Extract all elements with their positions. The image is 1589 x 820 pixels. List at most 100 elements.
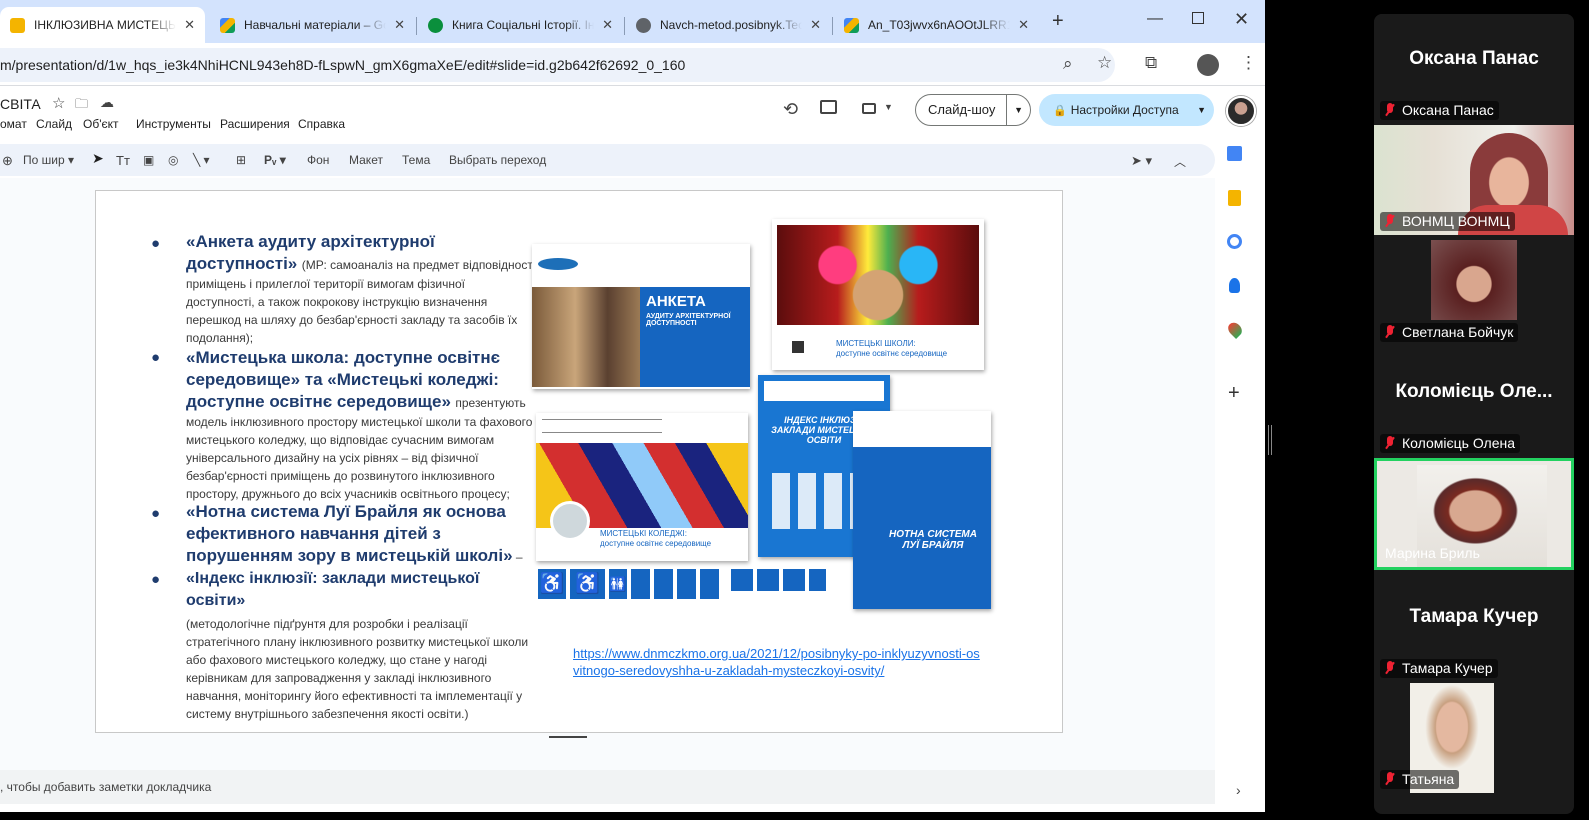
- participant-tile[interactable]: Тамара Кучер Тамара Кучер: [1374, 572, 1574, 682]
- star-icon[interactable]: ☆: [52, 94, 65, 112]
- close-icon[interactable]: ✕: [602, 17, 613, 33]
- cover-architecture-audit[interactable]: АНКЕТА АУДИТУ АРХІТЕКТУРНОЇ ДОСТУПНОСТІ: [532, 244, 750, 389]
- comment-add-icon[interactable]: ⊞: [236, 153, 246, 167]
- participant-label: Тамара Кучер: [1380, 659, 1498, 678]
- share-button[interactable]: 🔒 Настройки Доступа ▼: [1039, 94, 1214, 126]
- menu-extensions[interactable]: Расширения: [220, 117, 290, 131]
- speaker-notes[interactable]: , чтобы добавить заметки докладчика: [0, 770, 1215, 804]
- menu-format[interactable]: омат: [0, 117, 27, 131]
- cover-art-colleges[interactable]: МИСТЕЦЬКІ КОЛЕДЖІ: доступне освітнє сере…: [536, 413, 748, 561]
- chevron-down-icon[interactable]: ▼: [1197, 94, 1206, 126]
- editor-toolbar: ⊕ По шир ▾ ➤ Tт ▣ ◎ ╲ ▾ ⊞ Pᵥ ▾ Фон Макет…: [0, 144, 1215, 176]
- cover-art-schools[interactable]: МИСТЕЦЬКІ ШКОЛИ: доступне освітнє середо…: [772, 219, 984, 370]
- close-icon[interactable]: ✕: [810, 17, 821, 33]
- line-icon[interactable]: ╲ ▾: [193, 153, 210, 167]
- account-avatar[interactable]: [1226, 96, 1256, 126]
- extensions-icon[interactable]: ⧉: [1145, 53, 1157, 73]
- profile-avatar[interactable]: [1197, 54, 1219, 76]
- pointer-mode-icon[interactable]: ➤ ▾: [1131, 153, 1152, 169]
- participant-label-text: Коломієць Олена: [1402, 435, 1516, 451]
- chevron-down-icon[interactable]: ▼: [1006, 95, 1023, 125]
- tab-navch[interactable]: Navch-metod.posibnyk.Tec ✕: [626, 7, 831, 43]
- accessibility-pictograms: ♿ ♿ 🚻: [538, 569, 827, 603]
- tab-separator: [832, 17, 833, 35]
- slide[interactable]: ● «Анкета аудиту архітектурної доступнос…: [95, 190, 1063, 733]
- bullet: ●: [151, 505, 161, 522]
- meet-dropdown-icon[interactable]: ▼: [884, 102, 893, 112]
- textbox-icon[interactable]: Tт: [116, 153, 130, 168]
- history-icon[interactable]: ⟲: [783, 99, 798, 120]
- restore-button[interactable]: [1192, 12, 1204, 24]
- pen-tool-icon[interactable]: Pᵥ ▾: [264, 153, 286, 167]
- theme-button[interactable]: Тема: [402, 153, 430, 167]
- bullet-item-4[interactable]: «Індекс інклюзії: заклади мистецької осв…: [186, 568, 538, 723]
- move-folder-icon[interactable]: 🗀: [75, 95, 88, 117]
- shape-icon[interactable]: ◎: [168, 153, 178, 167]
- add-addon-icon[interactable]: +: [1228, 382, 1240, 405]
- bullet-text: (методологічне підґрунтя для розробки і …: [186, 617, 529, 721]
- url-field[interactable]: m/presentation/d/1w_hqs_ie3k4NhiHCNL943e…: [0, 48, 1115, 82]
- resource-link[interactable]: https://www.dnmczkmo.org.ua/2021/12/posi…: [573, 645, 985, 679]
- expand-panel-icon[interactable]: ›: [1236, 782, 1241, 798]
- close-window-button[interactable]: ✕: [1234, 9, 1249, 30]
- participant-video: [1431, 240, 1517, 320]
- url-text: m/presentation/d/1w_hqs_ie3k4NhiHCNL943e…: [0, 57, 686, 73]
- contacts-icon[interactable]: [1229, 278, 1240, 293]
- participant-tile[interactable]: Светлана Бойчук: [1374, 236, 1574, 346]
- menu-object[interactable]: Об'єкт: [83, 117, 119, 131]
- menu-kebab-icon[interactable]: ⋮: [1240, 53, 1257, 73]
- close-icon[interactable]: ✕: [1018, 17, 1029, 33]
- participant-label: Оксана Панас: [1380, 101, 1499, 120]
- tab-title: Книга Соціальні Історії. Ін: [452, 18, 595, 32]
- maps-icon[interactable]: [1225, 319, 1245, 340]
- tab-drive-file[interactable]: An_T03jwvx6nAOOtJLRR1C ✕: [834, 7, 1039, 43]
- cloud-status-icon: ☁: [100, 94, 114, 110]
- tab-title: Навчальні матеріали – Google: [244, 18, 386, 32]
- menu-slide[interactable]: Слайд: [36, 117, 72, 131]
- comments-icon[interactable]: [820, 100, 837, 114]
- participant-tile[interactable]: Оксана Панас Оксана Панас: [1374, 14, 1574, 124]
- bullet-item-3[interactable]: «Нотна система Луї Брайля як основа ефек…: [186, 501, 536, 567]
- participant-label-text: ВОНМЦ ВОНМЦ: [1402, 213, 1510, 229]
- cover-braille[interactable]: НОТНА СИСТЕМА ЛУЇ БРАЙЛЯ: [853, 411, 991, 609]
- meet-icon[interactable]: [862, 103, 876, 114]
- menu-tools[interactable]: Инструменты: [136, 117, 211, 131]
- close-icon[interactable]: ✕: [184, 17, 195, 33]
- menu-help[interactable]: Справка: [298, 117, 345, 131]
- wheelchair-icon: ♿: [570, 569, 605, 599]
- tab-bar: ІНКЛЮЗИВНА МИСТЕЦЬКА ✕ Навчальні матеріа…: [0, 0, 1265, 43]
- background-button[interactable]: Фон: [307, 153, 329, 167]
- new-tab-button[interactable]: +: [1052, 10, 1064, 33]
- zoom-icon[interactable]: ⊕: [2, 153, 13, 169]
- participant-tile[interactable]: ВОНМЦ ВОНМЦ: [1374, 125, 1574, 235]
- transition-button[interactable]: Выбрать переход: [449, 153, 546, 167]
- filmstrip-divider[interactable]: [549, 736, 587, 738]
- layout-button[interactable]: Макет: [349, 153, 383, 167]
- close-icon[interactable]: ✕: [394, 17, 405, 33]
- slideshow-button[interactable]: Слайд-шоу ▼: [915, 94, 1031, 126]
- doc-title[interactable]: СВІТА: [0, 96, 41, 112]
- window-splitter[interactable]: [1268, 425, 1272, 455]
- keep-icon[interactable]: [1228, 190, 1241, 206]
- collapse-icon[interactable]: ︿: [1174, 153, 1186, 170]
- tasks-icon[interactable]: [1227, 234, 1242, 249]
- tab-active[interactable]: ІНКЛЮЗИВНА МИСТЕЦЬКА ✕: [0, 7, 205, 43]
- tab-materials[interactable]: Навчальні матеріали – Google ✕: [210, 7, 415, 43]
- participant-tile[interactable]: Татьяна: [1374, 683, 1574, 793]
- bullet-item-1[interactable]: «Анкета аудиту архітектурної доступності…: [186, 231, 536, 347]
- zoom-icon[interactable]: ⌕: [1063, 54, 1073, 74]
- tab-book[interactable]: Книга Соціальні Історії. Ін ✕: [418, 7, 623, 43]
- site-icon: [428, 17, 443, 33]
- bookmark-star-icon[interactable]: ☆: [1097, 53, 1112, 73]
- minimize-button[interactable]: —: [1147, 10, 1163, 28]
- cover-caption: МИСТЕЦЬКІ ШКОЛИ: доступне освітнє середо…: [836, 339, 948, 358]
- image-icon[interactable]: ▣: [143, 153, 154, 167]
- participant-tile[interactable]: Коломієць Оле... Коломієць Олена: [1374, 347, 1574, 457]
- tab-title: An_T03jwvx6nAOOtJLRR1C: [868, 18, 1011, 32]
- bullet-item-2[interactable]: «Мистецька школа: доступне освітнє серед…: [186, 347, 536, 503]
- participant-tile-active-speaker[interactable]: Марина Бриль: [1374, 458, 1574, 570]
- side-panel: +: [1225, 140, 1255, 440]
- calendar-icon[interactable]: [1227, 146, 1242, 161]
- select-cursor-icon[interactable]: ➤: [92, 150, 104, 167]
- zoom-select[interactable]: По шир ▾: [23, 153, 74, 167]
